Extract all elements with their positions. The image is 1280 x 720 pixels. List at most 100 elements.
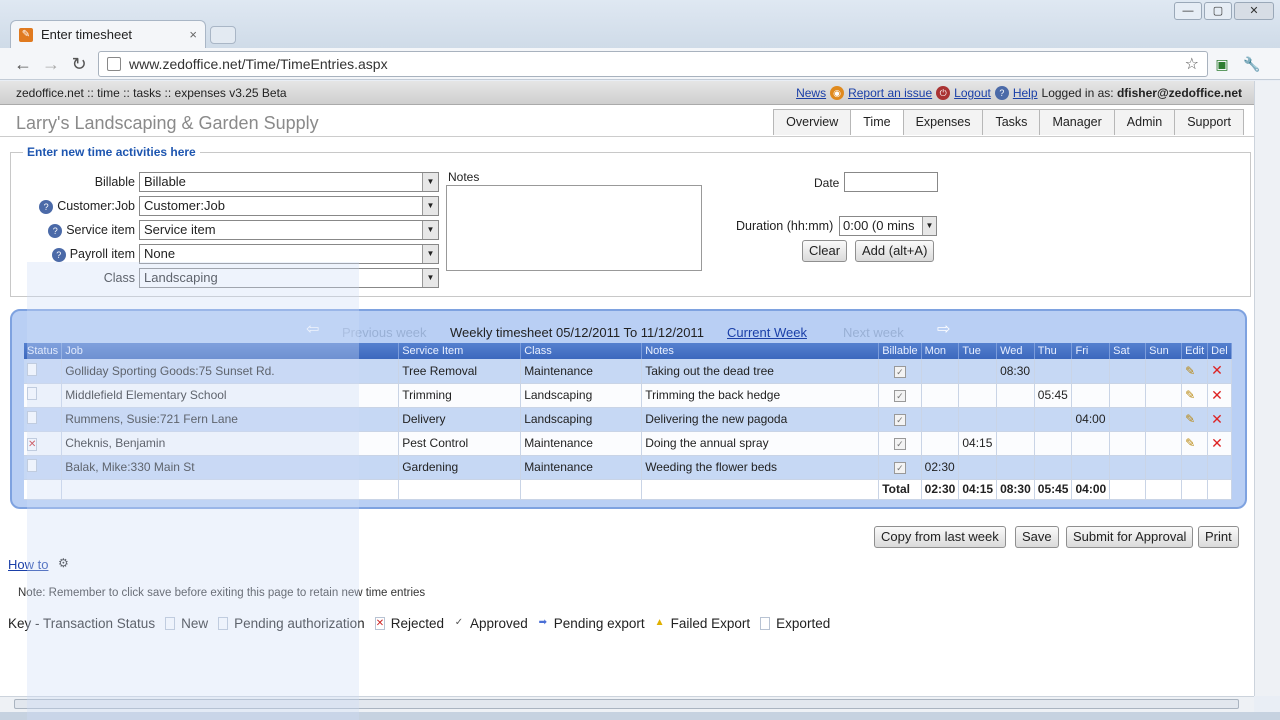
current-week-link[interactable]: Current Week [727,325,807,340]
status-rejected-icon: ✕ [27,437,37,451]
help-icon[interactable]: ? [48,223,63,238]
close-window-button[interactable]: ✕ [1234,2,1274,20]
horizontal-scrollbar[interactable] [0,696,1254,712]
bookmark-star-icon[interactable]: ☆ [1185,54,1199,74]
copy-last-week-button[interactable]: Copy from last week [874,526,1006,548]
job-cell: Golliday Sporting Goods:75 Sunset Rd. [61,359,400,384]
maximize-button[interactable]: ▢ [1204,2,1232,20]
customer-job-select[interactable]: Customer:Job ▼ [139,196,439,216]
delete-x-icon[interactable]: ✕ [1211,411,1223,427]
billable-checkbox: ✓ [893,462,906,474]
edit-pencil-icon[interactable]: ✎ [1185,412,1195,426]
add-button[interactable]: Add (alt+A) [855,240,935,262]
tab-overview[interactable]: Overview [773,109,852,135]
tab-expenses[interactable]: Expenses [902,109,984,135]
print-button[interactable]: Print [1198,526,1239,548]
billable-checkbox[interactable]: ✓ [893,414,906,426]
billable-cell: ✓ [878,455,922,480]
weekly-timesheet-panel: ⇦ Previous week Weekly timesheet 05/12/2… [10,309,1247,509]
address-bar[interactable]: www.zedoffice.net/Time/TimeEntries.aspx … [98,51,1208,77]
chevron-down-icon: ▼ [422,197,438,215]
reload-icon[interactable]: ↻ [68,54,90,74]
service-cell: Tree Removal [398,359,522,384]
wed-cell: 08:30 [996,359,1035,384]
billable-checkbox[interactable]: ✓ [893,365,906,378]
del-cell: ✕ [1207,359,1233,384]
tab-admin[interactable]: Admin [1113,109,1176,135]
back-arrow-icon[interactable]: ← [12,54,34,74]
url-text[interactable]: www.zedoffice.net/Time/TimeEntries.aspx [129,56,1185,72]
status-new-icon [27,387,37,400]
clear-button[interactable]: Clear [802,240,848,262]
tab-tasks[interactable]: Tasks [982,109,1041,135]
col-del: Del [1207,343,1233,359]
news-link[interactable]: News [796,86,826,100]
key-pending-authorization: Pending authorization [234,616,365,631]
notes-cell: Trimming the back hedge [641,383,880,408]
minimize-button[interactable]: — [1174,2,1202,20]
edit-cell: ✎ [1181,383,1209,408]
col-class: Class [520,343,643,359]
extension-icon[interactable]: ▣ [1212,54,1232,74]
scroll-thumb[interactable] [14,699,1239,709]
delete-x-icon[interactable]: ✕ [1211,435,1223,451]
help-link[interactable]: Help [1013,86,1038,100]
delete-x-icon[interactable]: ✕ [1211,362,1223,378]
logout-link[interactable]: Logout [954,86,991,100]
service-item-select[interactable]: Service item ▼ [139,220,439,240]
video-icon[interactable]: ⚙ [58,556,69,570]
job-cell: Middlefield Elementary School [61,383,400,408]
save-button[interactable]: Save [1015,526,1059,548]
status-cell [24,383,63,408]
next-week-link[interactable]: Next week [843,325,904,340]
wrench-icon[interactable]: 🔧 [1242,54,1262,74]
del-cell: ✕ [1207,431,1233,456]
vertical-scrollbar[interactable] [1254,81,1280,696]
tab-title: Enter timesheet [41,27,133,42]
forward-arrow-icon[interactable]: → [40,54,62,74]
rejected-icon: ✕ [374,617,385,630]
class-select[interactable]: Landscaping ▼ [139,268,439,288]
help-icon: ? [994,86,1009,100]
billable-select[interactable]: Billable ▼ [139,172,439,192]
fri-cell [1071,431,1111,456]
billable-cell: ✓ [878,383,922,408]
billable-checkbox[interactable]: ✓ [893,438,906,450]
edit-cell: ✎ [1181,431,1209,456]
previous-arrow-icon[interactable]: ⇦ [306,322,324,339]
table-header-row: Status Job Service Item Class Notes Bill… [24,343,1233,359]
new-tab-button[interactable] [210,26,236,44]
next-arrow-icon[interactable]: ⇨ [937,322,955,339]
help-icon[interactable]: ? [39,199,54,214]
delete-x-icon[interactable]: ✕ [1211,387,1223,403]
previous-week-link[interactable]: Previous week [342,325,427,340]
new-status-icon [165,617,176,630]
key-label: Key - Transaction Status [8,616,156,631]
total-wed: 08:30 [996,479,1035,500]
payroll-item-select[interactable]: None ▼ [139,244,439,264]
tab-time[interactable]: Time [850,109,904,135]
tab-support[interactable]: Support [1174,109,1244,135]
tue-cell [958,383,998,408]
submit-approval-button[interactable]: Submit for Approval [1066,526,1194,548]
col-sat: Sat [1109,343,1147,359]
browser-tab[interactable]: ✎ Enter timesheet × [10,20,206,48]
report-issue-link[interactable]: Report an issue [848,86,932,100]
edit-pencil-icon[interactable]: ✎ [1185,388,1195,402]
duration-select[interactable]: 0:00 (0 mins ▼ [839,216,937,236]
duration-label: Duration (hh:mm) [736,219,834,233]
notes-cell: Weeding the flower beds [641,455,880,480]
notes-textarea[interactable] [446,185,702,271]
help-icon[interactable]: ? [51,247,66,262]
company-name: Larry's Landscaping & Garden Supply [16,113,319,133]
how-to-link[interactable]: How to [8,557,48,572]
billable-checkbox[interactable]: ✓ [893,390,906,402]
edit-pencil-icon[interactable]: ✎ [1185,364,1195,378]
table-row: Middlefield Elementary School Trimming L… [24,383,1233,408]
tab-manager[interactable]: Manager [1039,109,1115,135]
tab-close-icon[interactable]: × [189,27,197,42]
date-input[interactable] [844,172,938,192]
edit-pencil-icon[interactable]: ✎ [1185,436,1195,450]
thu-cell [1034,455,1073,480]
logged-in-label: Logged in as: dfisher@zedoffice.net [1041,86,1242,100]
